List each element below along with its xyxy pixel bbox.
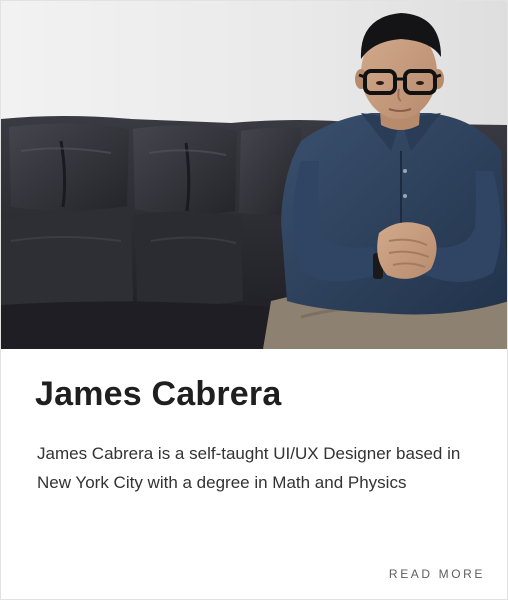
profile-name: James Cabrera [35, 375, 282, 413]
profile-photo-illustration [1, 1, 507, 349]
read-more-link[interactable]: READ MORE [389, 567, 485, 581]
profile-card: James Cabrera James Cabrera is a self-ta… [0, 0, 508, 600]
profile-photo [1, 1, 507, 349]
profile-description: James Cabrera is a self-taught UI/UX Des… [37, 444, 461, 492]
